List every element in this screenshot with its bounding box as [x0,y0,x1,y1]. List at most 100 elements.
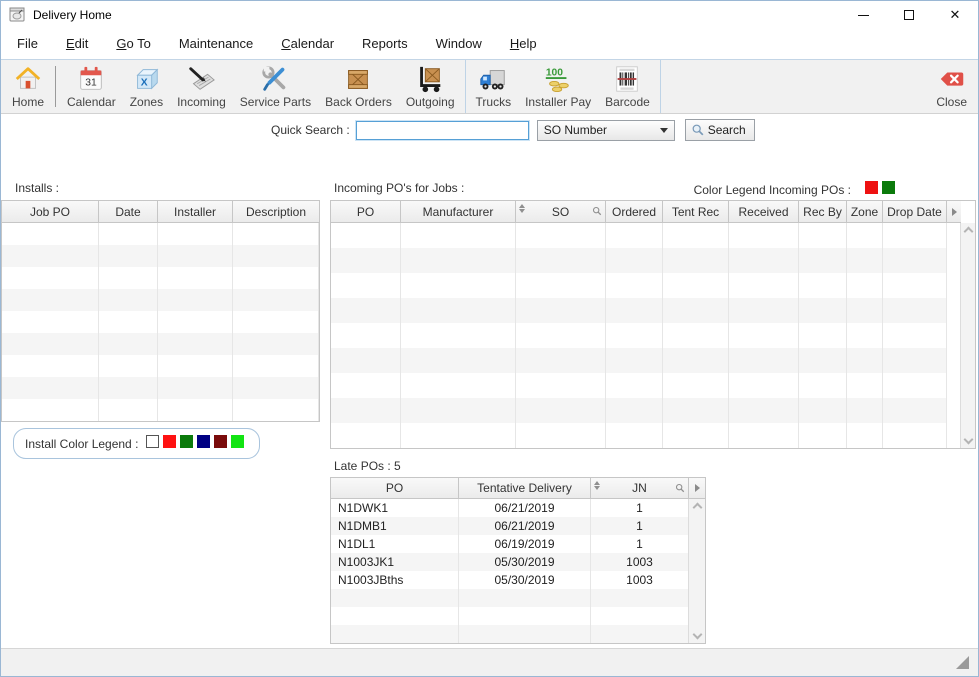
trucks-button[interactable]: Trucks [469,60,519,113]
service-parts-button[interactable]: Service Parts [233,60,318,113]
table-row[interactable] [331,248,962,273]
calendar-button[interactable]: 31 Calendar [60,60,123,113]
table-row[interactable] [331,423,962,448]
table-row[interactable] [2,245,319,267]
table-row[interactable] [331,607,689,625]
table-row[interactable] [2,399,319,421]
late-date-cell: 05/30/2019 [459,553,591,571]
table-cell [799,298,847,323]
column-header-rec-by[interactable]: Rec By [799,201,847,223]
maximize-button[interactable] [886,1,932,29]
incoming-pos-table: PO Manufacturer SO Ordered Tent Rec Rece… [330,200,976,449]
trucks-label: Trucks [476,95,512,109]
sort-icon[interactable] [594,481,600,490]
app-window: Delivery Home ✕ FileEditGo ToMaintenance… [0,0,979,677]
search-button[interactable]: Search [685,119,755,141]
barcode-button[interactable]: Barcode [598,60,657,113]
scroll-up-icon[interactable] [963,227,973,237]
column-header-po[interactable]: PO [331,201,401,223]
incoming-vertical-scrollbar[interactable] [960,223,975,448]
table-row[interactable] [331,373,962,398]
close-button[interactable]: Close [929,60,974,113]
menu-item-go-to[interactable]: Go To [102,29,164,59]
column-header-tent-rec[interactable]: Tent Rec [663,201,729,223]
table-row[interactable] [2,311,319,333]
table-row[interactable] [331,273,962,298]
resize-grip[interactable] [956,656,969,669]
close-icon: ✕ [950,7,961,23]
outgoing-button[interactable]: Outgoing [399,60,462,113]
table-row[interactable] [331,589,689,607]
menu-item-file[interactable]: File [3,29,52,59]
table-cell [331,323,401,348]
column-header-date[interactable]: Date [99,201,158,223]
menu-item-reports[interactable]: Reports [348,29,422,59]
installer-pay-button[interactable]: 100 Installer Pay [518,60,598,113]
scroll-up-icon[interactable] [692,503,702,513]
table-row[interactable] [331,223,962,248]
table-cell [331,348,401,373]
table-cell [331,223,401,248]
table-row[interactable] [2,267,319,289]
scroll-down-icon[interactable] [692,630,702,640]
column-header-jn[interactable]: JN [591,478,689,499]
table-row[interactable]: N1003JBths05/30/20191003 [331,571,689,589]
table-cell [799,248,847,273]
close-tag-icon [937,64,967,94]
toolbar: Home 31 Calendar X Zones [1,59,978,114]
menu-item-help[interactable]: Help [496,29,551,59]
column-header-ordered[interactable]: Ordered [606,201,663,223]
back-orders-button[interactable]: Back Orders [318,60,399,113]
column-header-so[interactable]: SO [516,201,606,223]
filter-search-icon[interactable] [592,206,602,216]
column-header-installer[interactable]: Installer [158,201,233,223]
minimize-button[interactable] [840,1,886,29]
table-row[interactable]: N1DWK106/21/20191 [331,499,689,517]
column-header-received[interactable]: Received [729,201,799,223]
table-row[interactable]: N1DMB106/21/20191 [331,517,689,535]
column-header-tentative-delivery[interactable]: Tentative Delivery [459,478,591,499]
search-type-dropdown[interactable]: SO Number [537,120,675,141]
incoming-button[interactable]: Incoming [170,60,233,113]
column-header-description[interactable]: Description [233,201,319,223]
table-row[interactable] [331,398,962,423]
table-cell [799,323,847,348]
table-cell [663,248,729,273]
table-cell [401,273,516,298]
column-header-manufacturer[interactable]: Manufacturer [401,201,516,223]
table-row[interactable] [2,333,319,355]
zones-button[interactable]: X Zones [123,60,170,113]
arrow-right-icon [952,208,957,216]
close-window-button[interactable]: ✕ [932,1,978,29]
quick-search-input[interactable] [356,121,529,140]
table-row[interactable]: N1DL106/19/20191 [331,535,689,553]
menu-item-maintenance[interactable]: Maintenance [165,29,267,59]
column-header-job-po[interactable]: Job PO [2,201,99,223]
column-chooser-button[interactable] [689,478,705,499]
table-row[interactable] [331,348,962,373]
table-cell [331,373,401,398]
table-row[interactable] [331,625,689,643]
table-cell [459,607,591,625]
table-row[interactable] [2,355,319,377]
menu-item-edit[interactable]: Edit [52,29,102,59]
table-row[interactable] [2,223,319,245]
menu-item-calendar[interactable]: Calendar [267,29,348,59]
filter-search-icon[interactable] [675,483,685,493]
table-cell [591,589,689,607]
sort-icon[interactable] [519,204,525,213]
table-row[interactable] [2,289,319,311]
late-pos-vertical-scrollbar[interactable] [688,499,705,643]
table-row[interactable]: N1003JK105/30/20191003 [331,553,689,571]
column-chooser-button[interactable] [947,201,961,223]
table-row[interactable] [2,377,319,399]
column-header-po[interactable]: PO [331,478,459,499]
service-parts-label: Service Parts [240,95,311,109]
table-row[interactable] [331,323,962,348]
menu-item-window[interactable]: Window [422,29,496,59]
table-row[interactable] [331,298,962,323]
column-header-zone[interactable]: Zone [847,201,883,223]
column-header-drop-date[interactable]: Drop Date [883,201,947,223]
scroll-down-icon[interactable] [963,435,973,445]
home-button[interactable]: Home [5,60,51,113]
